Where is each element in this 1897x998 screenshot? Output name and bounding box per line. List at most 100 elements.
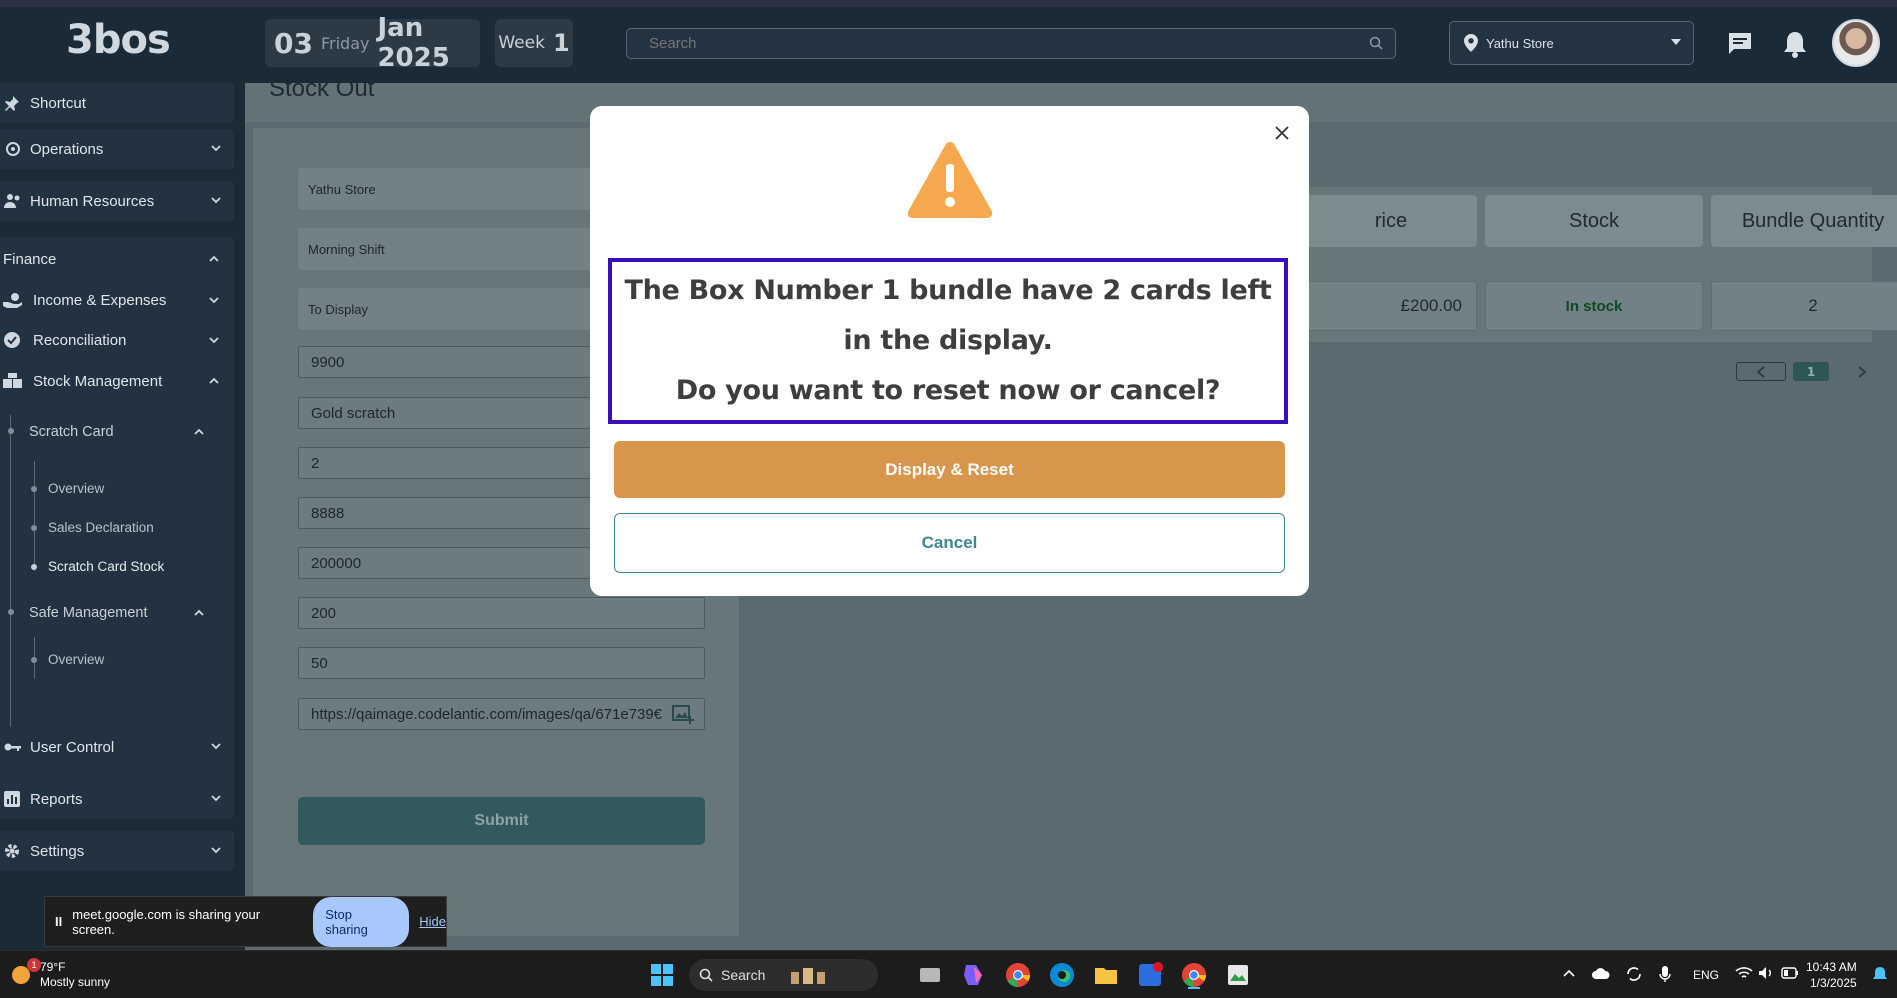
sidebar-item-sales-declaration[interactable]: Sales Declaration bbox=[48, 520, 154, 535]
app-icon[interactable] bbox=[1136, 961, 1164, 989]
app-header: 3bos 03 Friday Jan 2025 Week 1 Yathu Sto… bbox=[0, 7, 1897, 83]
dialog-message-line-2: Do you want to reset now or cancel? bbox=[675, 375, 1221, 406]
stop-sharing-button[interactable]: Stop sharing bbox=[313, 896, 410, 947]
search-icon[interactable] bbox=[1369, 36, 1383, 50]
copilot-icon[interactable] bbox=[960, 961, 988, 989]
weather-desc: Mostly sunny bbox=[40, 975, 111, 989]
submit-button[interactable]: Submit bbox=[298, 797, 705, 845]
table-header-price: rice bbox=[1305, 195, 1477, 247]
chevron-up-icon[interactable] bbox=[1563, 968, 1575, 978]
drag-handle[interactable]: II bbox=[55, 914, 62, 929]
close-icon[interactable] bbox=[1270, 121, 1294, 145]
week-number: 1 bbox=[552, 29, 570, 57]
tree-line bbox=[10, 415, 11, 765]
hide-link[interactable]: Hide bbox=[419, 914, 446, 929]
chat-icon[interactable] bbox=[1727, 31, 1753, 57]
share-message: meet.google.com is sharing your screen. bbox=[72, 906, 261, 937]
chrome-icon[interactable] bbox=[1004, 961, 1032, 989]
price-input[interactable]: 200 bbox=[298, 597, 705, 629]
pagination-page-1[interactable]: 1 bbox=[1793, 362, 1829, 381]
card-count-input[interactable]: 50 bbox=[298, 647, 705, 679]
sidebar-item-settings[interactable]: Settings bbox=[0, 831, 234, 871]
image-viewer-icon[interactable] bbox=[1224, 961, 1252, 989]
bar-chart-icon bbox=[0, 791, 30, 807]
volume-icon[interactable] bbox=[1758, 966, 1774, 980]
search-input[interactable] bbox=[649, 35, 1349, 52]
store-selector-label: Yathu Store bbox=[1486, 35, 1554, 51]
chrome-profile-icon[interactable] bbox=[1180, 961, 1208, 989]
sidebar-item-label: Income & Expenses bbox=[33, 291, 167, 309]
table-cell-stock-status: In stock bbox=[1485, 281, 1703, 331]
notification-bell-icon[interactable] bbox=[1873, 966, 1887, 982]
cancel-button[interactable]: Cancel bbox=[614, 513, 1285, 573]
sidebar-item-income-expenses[interactable]: Income & Expenses bbox=[0, 283, 234, 317]
weather-badge: 1 bbox=[27, 958, 41, 972]
add-image-icon[interactable] bbox=[672, 705, 694, 725]
pagination-next[interactable] bbox=[1852, 362, 1872, 381]
chevron-up-icon bbox=[194, 609, 204, 616]
sidebar: Shortcut Operations Human Resources Fina… bbox=[0, 83, 245, 950]
sidebar-item-scratch-card-stock[interactable]: Scratch Card Stock bbox=[48, 559, 164, 574]
chevron-down-icon bbox=[209, 337, 219, 344]
pagination-prev[interactable] bbox=[1736, 362, 1786, 381]
people-icon bbox=[0, 193, 30, 209]
sidebar-item-finance[interactable]: Finance bbox=[0, 242, 234, 276]
weather-widget[interactable]: 1 79°F Mostly sunny bbox=[10, 958, 111, 990]
sidebar-item-safe-management[interactable]: Safe Management bbox=[29, 596, 219, 630]
date-display: 03 Friday Jan 2025 bbox=[265, 13, 480, 73]
table-cell-price: £200.00 bbox=[1305, 281, 1477, 331]
table-header-stock: Stock bbox=[1485, 195, 1703, 247]
sidebar-item-label: Human Resources bbox=[30, 192, 155, 210]
chevron-right-icon bbox=[1858, 365, 1867, 378]
sidebar-item-shortcut[interactable]: Shortcut bbox=[0, 83, 234, 123]
taskbar-search[interactable]: Search bbox=[689, 959, 878, 991]
wifi-icon[interactable] bbox=[1735, 966, 1753, 980]
week-label: Week bbox=[498, 33, 545, 53]
operations-icon bbox=[0, 140, 30, 158]
image-url-input[interactable]: https://qaimage.codelantic.com/images/qa… bbox=[298, 698, 705, 730]
sidebar-item-operations[interactable]: Operations bbox=[0, 129, 234, 169]
location-pin-icon bbox=[1464, 34, 1478, 52]
tree-dot bbox=[31, 525, 37, 531]
sidebar-item-human-resources[interactable]: Human Resources bbox=[0, 181, 234, 221]
dialog-message-line-1: The Box Number 1 bundle have 2 cards lef… bbox=[624, 275, 1272, 356]
cloud-icon[interactable] bbox=[1592, 967, 1610, 979]
sidebar-item-label: Finance bbox=[3, 250, 57, 268]
date-day: 03 bbox=[274, 26, 313, 60]
file-explorer-icon[interactable] bbox=[1092, 961, 1120, 989]
system-clock[interactable]: 10:43 AM 1/3/2025 bbox=[1806, 959, 1857, 991]
sidebar-item-reports[interactable]: Reports bbox=[0, 779, 234, 819]
user-avatar[interactable] bbox=[1832, 19, 1880, 67]
edge-icon[interactable] bbox=[1048, 961, 1076, 989]
battery-icon[interactable] bbox=[1781, 967, 1799, 979]
language-indicator[interactable]: ENG bbox=[1693, 968, 1719, 982]
sidebar-item-stock-management[interactable]: Stock Management bbox=[0, 364, 234, 398]
global-search bbox=[626, 28, 1396, 59]
sidebar-item-label: Shortcut bbox=[30, 94, 86, 112]
sidebar-item-overview[interactable]: Overview bbox=[48, 481, 104, 496]
pin-icon bbox=[0, 95, 30, 111]
task-view-icon[interactable] bbox=[916, 961, 944, 989]
tree-dot bbox=[8, 428, 14, 434]
sidebar-item-safe-overview[interactable]: Overview bbox=[48, 652, 104, 667]
sidebar-item-user-control[interactable]: User Control bbox=[0, 727, 234, 767]
bell-icon[interactable] bbox=[1783, 30, 1807, 58]
chevron-down-icon bbox=[211, 197, 221, 204]
app-logo[interactable]: 3bos bbox=[66, 17, 171, 63]
chevron-down-icon bbox=[211, 145, 221, 152]
chevron-down-icon bbox=[209, 297, 219, 304]
chevron-up-icon bbox=[209, 255, 219, 262]
sync-icon[interactable] bbox=[1625, 965, 1643, 983]
hand-money-icon bbox=[0, 292, 33, 308]
sidebar-item-scratch-card[interactable]: Scratch Card bbox=[29, 415, 219, 449]
microphone-icon[interactable] bbox=[1659, 965, 1671, 983]
clock-time: 10:43 AM bbox=[1806, 960, 1857, 974]
display-reset-button[interactable]: Display & Reset bbox=[614, 441, 1285, 498]
chevron-down-icon bbox=[211, 847, 221, 854]
sidebar-item-reconciliation[interactable]: Reconciliation bbox=[0, 323, 234, 357]
sidebar-item-label: Reconciliation bbox=[33, 331, 127, 349]
badge-check-icon bbox=[0, 331, 33, 349]
store-selector[interactable]: Yathu Store bbox=[1449, 21, 1694, 65]
sidebar-item-label: Operations bbox=[30, 140, 104, 158]
windows-start-icon[interactable] bbox=[648, 961, 676, 989]
